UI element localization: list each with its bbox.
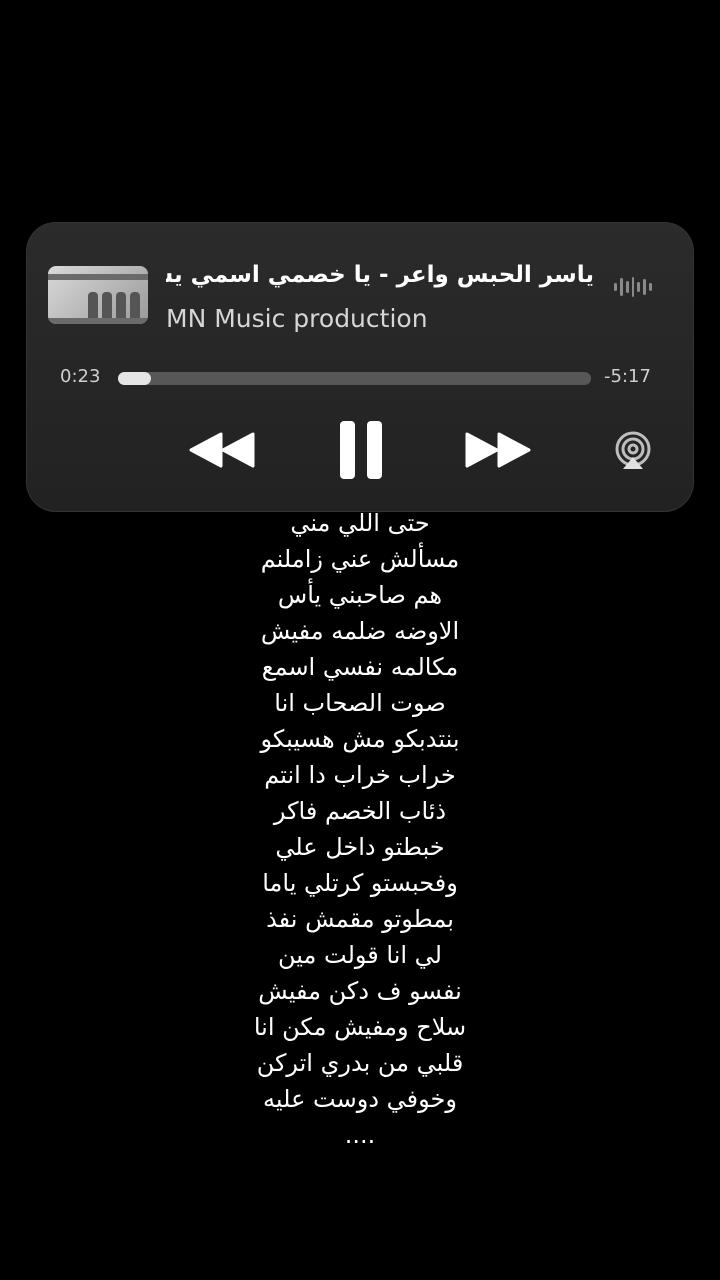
lyric-line: صوت الصحاب انا bbox=[274, 689, 446, 717]
lyric-line: ذئاب الخصم فاكر bbox=[273, 797, 447, 825]
lyric-line: خبطتو داخل علي bbox=[275, 833, 445, 861]
remaining-time: -5:17 bbox=[604, 366, 651, 387]
track-title: ياسر الحبس واعر - يا خصمي اسمي يشرفك bbox=[166, 262, 594, 288]
album-art-icon[interactable] bbox=[48, 266, 148, 324]
lyric-line: مسألش عني زاملنم bbox=[260, 545, 460, 573]
lyric-line: وخوفي دوست عليه bbox=[263, 1085, 457, 1113]
airplay-icon bbox=[615, 431, 651, 469]
lyric-line: مكالمه نفسي اسمع bbox=[261, 653, 459, 681]
lyric-line: نفسو ف دكن مفيش bbox=[258, 977, 462, 1005]
lyric-line: بمطوتو مقمش نفذ bbox=[266, 905, 454, 933]
lyric-line: وفحبستو كرتلي ياما bbox=[262, 869, 458, 897]
progress-bar[interactable] bbox=[118, 372, 591, 385]
lyric-line: هم صاحبني يأس bbox=[277, 581, 443, 609]
lyrics-text: حتى اللي مني مسألش عني زاملنم هم صاحبني يأ… bbox=[0, 505, 720, 1153]
equalizer-icon bbox=[614, 274, 653, 300]
rewind-icon bbox=[189, 432, 255, 468]
fast-forward-icon bbox=[465, 432, 531, 468]
lyric-line: لي انا قولت مين bbox=[278, 941, 442, 969]
rewind-button[interactable] bbox=[186, 422, 258, 478]
progress-fill bbox=[118, 372, 152, 385]
pause-button[interactable] bbox=[326, 414, 396, 486]
lyric-line: حتى اللي مني bbox=[290, 509, 430, 537]
elapsed-time: 0:23 bbox=[60, 366, 101, 387]
lyric-line: خراب خراب دا انتم bbox=[264, 761, 456, 789]
pause-icon bbox=[340, 421, 382, 479]
airplay-button[interactable] bbox=[610, 428, 656, 474]
lyric-line: قلبي من بدري اتركن bbox=[256, 1049, 464, 1077]
lyric-line: .... bbox=[344, 1121, 376, 1149]
fast-forward-button[interactable] bbox=[462, 422, 534, 478]
lyric-line: الاوضه ضلمه مفيش bbox=[260, 617, 460, 645]
lyric-line: بنتدبكو مش هسيبكو bbox=[260, 725, 460, 753]
now-playing-widget: ياسر الحبس واعر - يا خصمي اسمي يشرفك MN … bbox=[26, 222, 694, 512]
lyric-line: سلاح ومفيش مكن انا bbox=[253, 1013, 467, 1041]
track-artist: MN Music production bbox=[166, 304, 428, 333]
